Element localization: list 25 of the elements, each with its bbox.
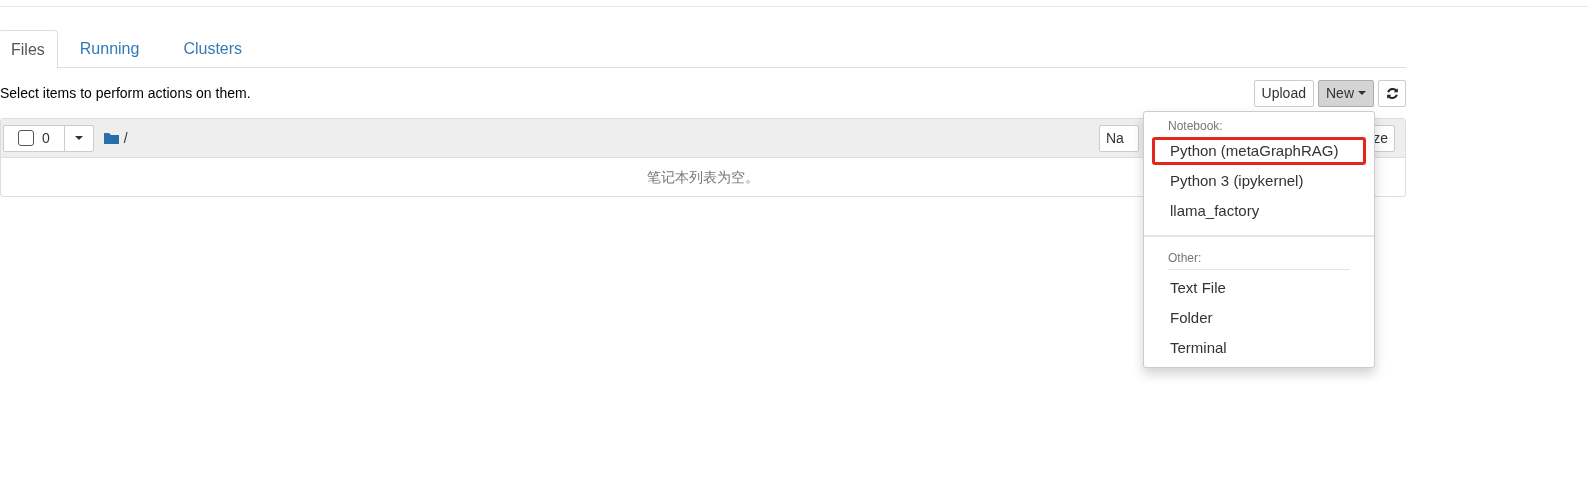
caret-icon bbox=[1358, 91, 1366, 95]
folder-icon bbox=[103, 132, 119, 144]
select-dropdown[interactable]: 0 bbox=[3, 124, 94, 152]
caret-icon bbox=[74, 136, 83, 140]
new-button[interactable]: New bbox=[1318, 79, 1374, 107]
menu-item[interactable]: Terminal bbox=[1144, 333, 1374, 363]
tab[interactable]: Clusters bbox=[161, 30, 265, 68]
menu-item[interactable]: llama_factory bbox=[1144, 196, 1374, 226]
menu-item[interactable]: Text File bbox=[1144, 273, 1374, 303]
refresh-button[interactable] bbox=[1378, 79, 1406, 107]
empty-list-message: 笔记本列表为空。 bbox=[647, 167, 759, 187]
menu-item[interactable]: Python 3 (ipykernel) bbox=[1144, 166, 1374, 196]
instructions-text: Select items to perform actions on them. bbox=[0, 83, 251, 103]
menu-section-header: Notebook: bbox=[1168, 118, 1224, 135]
menu-section-header: Other: bbox=[1168, 246, 1350, 270]
tab[interactable]: Files bbox=[0, 30, 58, 69]
menu-item[interactable]: Python (metaGraphRAG) bbox=[1152, 137, 1366, 165]
upload-button[interactable]: Upload bbox=[1253, 79, 1314, 107]
checkbox[interactable] bbox=[18, 130, 34, 146]
selected-count: 0 bbox=[42, 128, 50, 148]
path-text: / bbox=[123, 128, 128, 148]
refresh-icon bbox=[1385, 86, 1399, 100]
sort-name-button[interactable]: Na bbox=[1099, 124, 1139, 152]
menu-item[interactable]: Folder bbox=[1144, 303, 1374, 333]
tab[interactable]: Running bbox=[57, 30, 162, 68]
